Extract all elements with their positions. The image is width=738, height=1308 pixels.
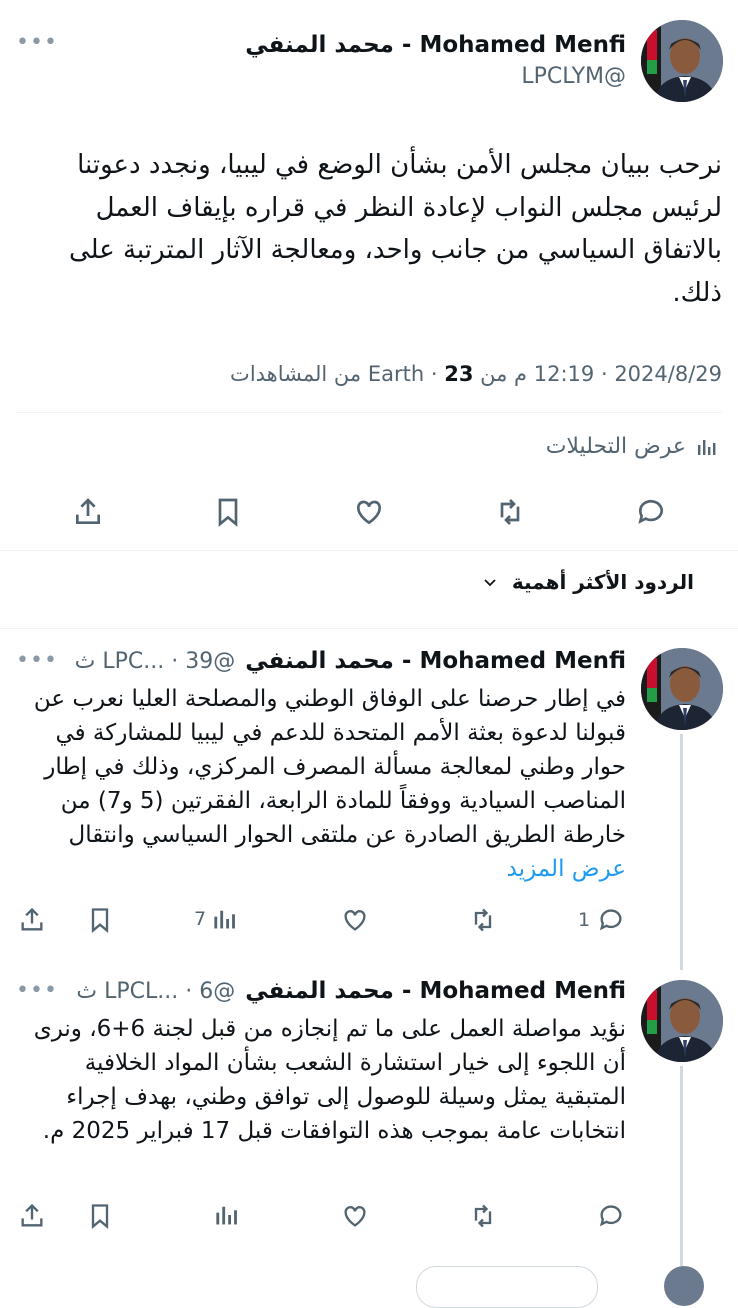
avatar-image bbox=[641, 648, 723, 730]
share-button[interactable] bbox=[18, 906, 46, 934]
share-icon bbox=[21, 907, 43, 931]
heart-icon bbox=[344, 910, 366, 931]
handle-time[interactable]: @LPC... · 39 ث bbox=[75, 649, 236, 674]
tweet-date[interactable]: 2024/8/29 bbox=[614, 362, 722, 386]
author-name[interactable]: Mohamed Menfi - محمد المنفي bbox=[245, 978, 626, 1004]
views-button[interactable] bbox=[214, 1202, 240, 1228]
avatar[interactable] bbox=[664, 1266, 704, 1306]
tweet-text: نرحب ببيان مجلس الأمن بشأن الوضع في ليبي… bbox=[68, 150, 722, 308]
action-bar bbox=[0, 494, 738, 534]
chevron-down-icon bbox=[484, 579, 496, 587]
reply-button[interactable] bbox=[634, 496, 668, 528]
share-icon bbox=[76, 498, 100, 524]
show-more-link[interactable]: عرض المزيد bbox=[507, 856, 626, 882]
handle-time[interactable]: @LPCL... · 6 ث bbox=[76, 979, 235, 1004]
retweet-icon bbox=[500, 499, 520, 525]
reply-action-bar bbox=[0, 1202, 660, 1234]
retweet-button[interactable] bbox=[493, 496, 527, 528]
thread-line bbox=[680, 734, 683, 970]
analytics-label: عرض التحليلات bbox=[545, 434, 686, 459]
more-options-icon[interactable]: ••• bbox=[16, 978, 58, 1003]
views-count: 23 bbox=[444, 362, 474, 386]
retweet-button[interactable] bbox=[468, 1202, 498, 1230]
avatar[interactable] bbox=[641, 648, 723, 730]
author-name[interactable]: Mohamed Menfi - محمد المنفي bbox=[245, 32, 626, 58]
like-button[interactable] bbox=[352, 496, 386, 528]
views-label: من المشاهدات bbox=[230, 362, 362, 386]
avatar[interactable] bbox=[641, 20, 723, 102]
bookmark-button[interactable] bbox=[212, 496, 244, 528]
reply-header: Mohamed Menfi - محمد المنفي @LPCL... · 6… bbox=[76, 978, 626, 1004]
reply-icon bbox=[638, 499, 663, 524]
avatar-image bbox=[641, 20, 723, 102]
reply-text: نؤيد مواصلة العمل على ما تم إنجازه من قب… bbox=[33, 1016, 626, 1144]
replies-sort-label: الردود الأكثر أهمية bbox=[511, 570, 694, 594]
analytics-icon bbox=[214, 910, 236, 929]
bookmark-button[interactable] bbox=[86, 906, 114, 934]
retweet-icon bbox=[474, 1204, 492, 1228]
bookmark-icon bbox=[218, 498, 238, 527]
divider bbox=[16, 412, 722, 413]
new-posts-pill[interactable] bbox=[416, 1266, 598, 1308]
like-button[interactable] bbox=[340, 906, 370, 934]
divider bbox=[0, 628, 738, 629]
bookmark-icon bbox=[91, 908, 109, 933]
bookmark-button[interactable] bbox=[86, 1202, 114, 1230]
views-button[interactable]: 7 bbox=[194, 906, 238, 932]
views-count: 7 bbox=[194, 908, 207, 930]
author-handle[interactable]: @LPCLYM bbox=[521, 64, 626, 89]
author-name[interactable]: Mohamed Menfi - محمد المنفي bbox=[245, 648, 626, 674]
retweet-icon bbox=[474, 908, 492, 932]
thread-line bbox=[680, 1066, 683, 1266]
share-icon bbox=[21, 1203, 43, 1227]
reply-button[interactable] bbox=[596, 1202, 626, 1230]
retweet-button[interactable] bbox=[468, 906, 498, 934]
reply-icon bbox=[599, 1205, 622, 1227]
reply-text: في إطار حرصنا على الوفاق الوطني والمصلحة… bbox=[33, 686, 626, 882]
bookmark-icon bbox=[91, 1204, 109, 1229]
share-button[interactable] bbox=[18, 1202, 46, 1230]
reply-count: 1 bbox=[578, 909, 591, 931]
reply-icon bbox=[600, 909, 622, 931]
more-options-icon[interactable]: ••• bbox=[16, 30, 58, 55]
tweet-meta: 2024/8/29 · 12:19 م من Earth · 23 من الم… bbox=[230, 362, 722, 386]
heart-icon bbox=[344, 1206, 366, 1227]
reply-button[interactable]: 1 bbox=[578, 906, 626, 934]
reply-header: Mohamed Menfi - محمد المنفي @LPC... · 39… bbox=[75, 648, 626, 674]
replies-sort-dropdown[interactable]: الردود الأكثر أهمية bbox=[482, 570, 694, 594]
analytics-icon bbox=[698, 439, 716, 455]
tweet-time-source: 12:19 م من Earth bbox=[367, 362, 595, 386]
analytics-icon bbox=[216, 1206, 237, 1225]
heart-icon bbox=[356, 500, 382, 525]
like-button[interactable] bbox=[340, 1202, 370, 1230]
share-button[interactable] bbox=[72, 496, 104, 528]
more-options-icon[interactable]: ••• bbox=[16, 648, 58, 673]
view-analytics-link[interactable]: عرض التحليلات bbox=[546, 434, 718, 459]
divider bbox=[0, 550, 738, 551]
avatar[interactable] bbox=[641, 980, 723, 1062]
reply-action-bar: 7 1 bbox=[0, 906, 660, 938]
avatar-image bbox=[641, 980, 723, 1062]
